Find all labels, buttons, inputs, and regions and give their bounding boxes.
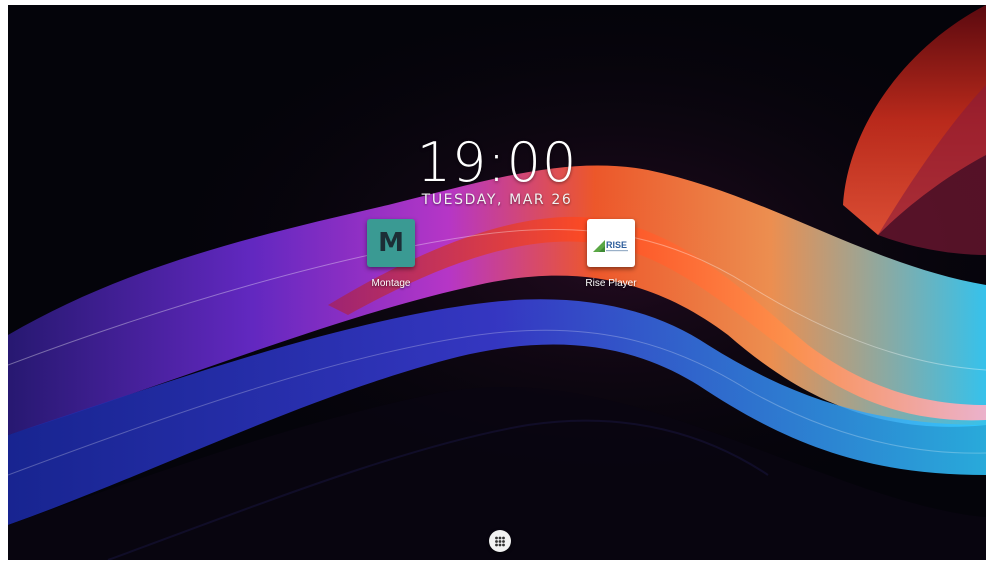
app-label-rise-player: Rise Player [585,278,637,289]
app-label-montage: Montage [371,278,411,289]
rise-player-app-icon[interactable]: RISE [587,219,635,267]
clock-time: 19:00 [416,131,578,194]
rise-logo: RISE [593,240,628,252]
montage-app-icon[interactable]: M [367,219,415,267]
app-rise-player[interactable]: RISE Rise Player [566,219,656,290]
home-screen: 19:00 TUESDAY, MAR 26 M Montage RISE Ris… [8,5,986,560]
rise-logo-text: RISE [606,240,627,250]
app-drawer-button[interactable] [489,530,511,552]
montage-icon-letter: M [378,228,404,258]
wallpaper [8,5,986,560]
app-montage[interactable]: M Montage [346,219,436,290]
clock-date: TUESDAY, MAR 26 [421,192,573,208]
grid-dots-icon [495,536,505,547]
